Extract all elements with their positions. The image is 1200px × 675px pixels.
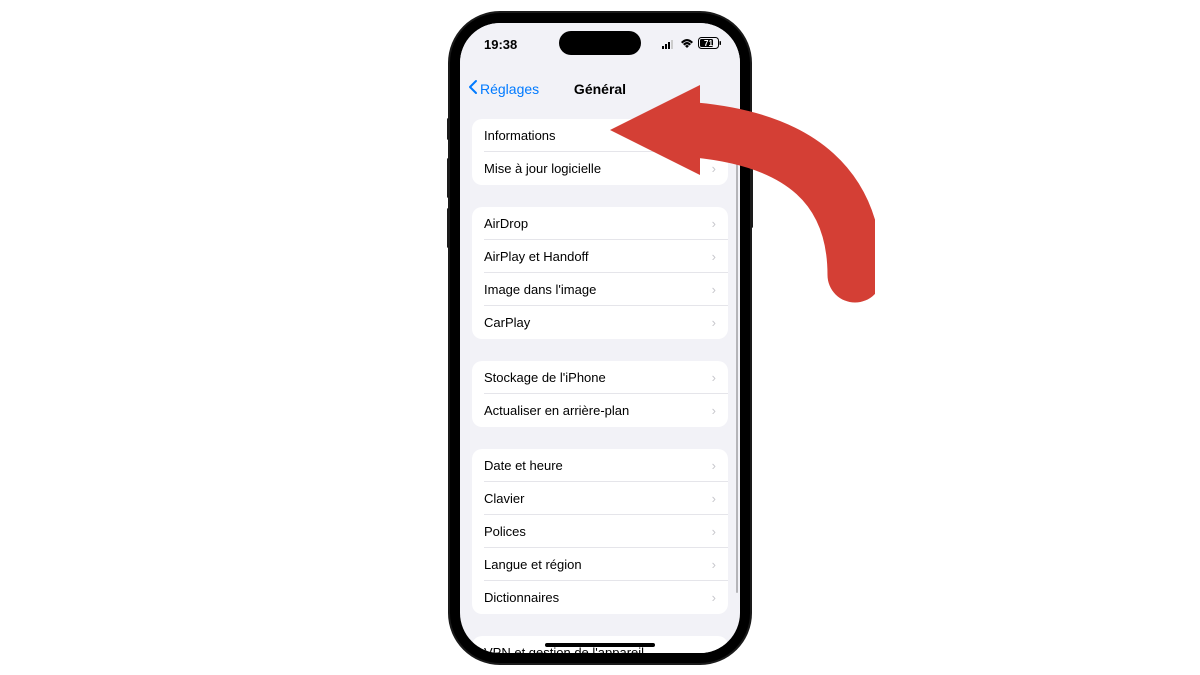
back-button[interactable]: Réglages xyxy=(468,79,539,98)
chevron-right-icon: › xyxy=(712,645,716,653)
chevron-right-icon: › xyxy=(712,161,716,176)
settings-group: Stockage de l'iPhone › Actualiser en arr… xyxy=(472,361,728,427)
chevron-right-icon: › xyxy=(712,590,716,605)
chevron-right-icon: › xyxy=(712,557,716,572)
row-label: Informations xyxy=(484,128,556,143)
chevron-right-icon: › xyxy=(712,249,716,264)
row-langue-region[interactable]: Langue et région › xyxy=(472,548,728,581)
row-label: Mise à jour logicielle xyxy=(484,161,601,176)
chevron-right-icon: › xyxy=(712,403,716,418)
screen: 19:38 71 Réglages Général xyxy=(460,23,740,653)
row-carplay[interactable]: CarPlay › xyxy=(472,306,728,339)
home-indicator[interactable] xyxy=(545,643,655,647)
row-airdrop[interactable]: AirDrop › xyxy=(472,207,728,240)
row-date-heure[interactable]: Date et heure › xyxy=(472,449,728,482)
chevron-left-icon xyxy=(468,79,478,98)
settings-group: AirDrop › AirPlay et Handoff › Image dan… xyxy=(472,207,728,339)
row-label: Clavier xyxy=(484,491,524,506)
row-airplay-handoff[interactable]: AirPlay et Handoff › xyxy=(472,240,728,273)
chevron-right-icon: › xyxy=(712,128,716,143)
svg-text:71: 71 xyxy=(704,39,713,48)
row-label: Date et heure xyxy=(484,458,563,473)
row-label: Dictionnaires xyxy=(484,590,559,605)
chevron-right-icon: › xyxy=(712,491,716,506)
row-polices[interactable]: Polices › xyxy=(472,515,728,548)
page-title: Général xyxy=(574,81,626,97)
chevron-right-icon: › xyxy=(712,458,716,473)
mute-switch xyxy=(447,118,450,140)
row-actualiser-arriere-plan[interactable]: Actualiser en arrière-plan › xyxy=(472,394,728,427)
row-label: AirDrop xyxy=(484,216,528,231)
settings-content: Informations › Mise à jour logicielle › … xyxy=(460,111,740,653)
nav-bar: Réglages Général xyxy=(460,67,740,111)
row-dictionnaires[interactable]: Dictionnaires › xyxy=(472,581,728,614)
chevron-right-icon: › xyxy=(712,216,716,231)
row-label: CarPlay xyxy=(484,315,530,330)
power-button xyxy=(750,168,753,228)
chevron-right-icon: › xyxy=(712,282,716,297)
row-label: Stockage de l'iPhone xyxy=(484,370,606,385)
volume-down-button xyxy=(447,208,450,248)
row-label: AirPlay et Handoff xyxy=(484,249,589,264)
chevron-right-icon: › xyxy=(712,315,716,330)
row-mise-a-jour-logicielle[interactable]: Mise à jour logicielle › xyxy=(472,152,728,185)
row-label: Langue et région xyxy=(484,557,582,572)
row-label: Polices xyxy=(484,524,526,539)
chevron-right-icon: › xyxy=(712,524,716,539)
cellular-icon xyxy=(662,37,676,52)
row-clavier[interactable]: Clavier › xyxy=(472,482,728,515)
chevron-right-icon: › xyxy=(712,370,716,385)
status-right: 71 xyxy=(662,37,722,52)
volume-up-button xyxy=(447,158,450,198)
iphone-frame: 19:38 71 Réglages Général xyxy=(450,13,750,663)
scroll-indicator xyxy=(736,111,738,593)
settings-group: Informations › Mise à jour logicielle › xyxy=(472,119,728,185)
row-label: Actualiser en arrière-plan xyxy=(484,403,629,418)
dynamic-island xyxy=(559,31,641,55)
status-time: 19:38 xyxy=(484,37,517,52)
row-stockage-iphone[interactable]: Stockage de l'iPhone › xyxy=(472,361,728,394)
settings-group: Date et heure › Clavier › Polices › Lang… xyxy=(472,449,728,614)
back-label: Réglages xyxy=(480,81,539,97)
battery-icon: 71 xyxy=(698,37,722,52)
row-informations[interactable]: Informations › xyxy=(472,119,728,152)
row-image-dans-image[interactable]: Image dans l'image › xyxy=(472,273,728,306)
wifi-icon xyxy=(680,37,694,52)
row-label: Image dans l'image xyxy=(484,282,596,297)
